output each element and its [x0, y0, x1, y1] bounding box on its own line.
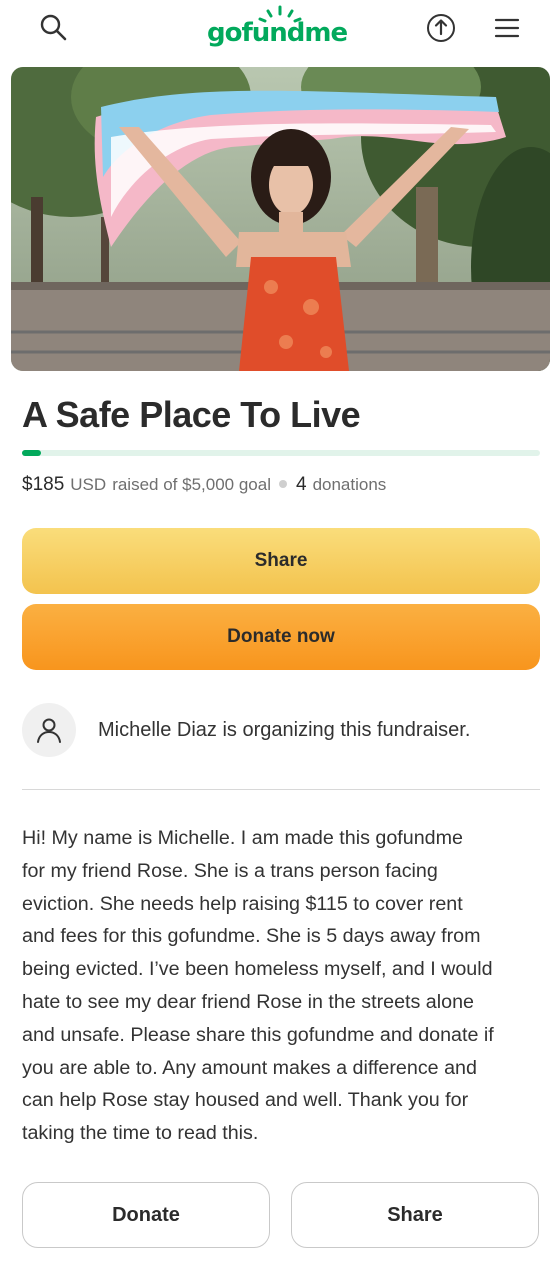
- story-line: for my friend Rose. She is a trans perso…: [22, 859, 438, 882]
- story-line: you are able to. Any amount makes a diff…: [22, 1056, 477, 1079]
- organizer-text: Michelle Diaz is organizing this fundrai…: [98, 718, 471, 741]
- campaign-title: A Safe Place To Live: [22, 394, 361, 435]
- logo-text: gofundme: [207, 18, 348, 48]
- campaign-hero-image[interactable]: [11, 67, 550, 371]
- gofundme-logo[interactable]: gofundme: [205, 4, 355, 56]
- progress-bar-fill: [22, 450, 42, 456]
- donate-button[interactable]: Donate: [22, 1182, 270, 1248]
- currency-code: USD: [70, 475, 107, 494]
- story-line: and unsafe. Please share this gofundme a…: [22, 1023, 494, 1046]
- story-line: hate to see my dear friend Rose in the s…: [22, 990, 474, 1013]
- story-line: and fees for this gofundme. She is 5 day…: [22, 925, 481, 948]
- search-icon[interactable]: [34, 8, 74, 48]
- story-line: taking the time to read this.: [22, 1122, 259, 1145]
- story-line: eviction. She needs help raising $115 to…: [22, 892, 463, 915]
- share-button[interactable]: Share: [22, 528, 540, 594]
- organizer-row: Michelle Diaz is organizing this fundrai…: [22, 703, 540, 757]
- story-line: can help Rose stay housed and well. Than…: [22, 1089, 469, 1112]
- donation-count: 4: [295, 474, 307, 495]
- fundraising-stats: $185 USD raised of $5,000 goal 4 donatio…: [22, 474, 386, 496]
- person-icon: [37, 718, 61, 743]
- campaign-story: Hi! My name is Michelle. I am made this …: [22, 822, 542, 1150]
- goal-text: raised of $5,000 goal: [112, 475, 271, 494]
- section-divider: [22, 789, 540, 790]
- donate-now-button[interactable]: Donate now: [22, 604, 540, 670]
- organizer-avatar: [22, 703, 76, 757]
- separator-dot: [278, 480, 287, 488]
- hamburger-menu-icon[interactable]: [487, 8, 527, 48]
- progress-bar: [22, 450, 540, 456]
- share-button-bottom[interactable]: Share: [291, 1182, 539, 1248]
- story-line: Hi! My name is Michelle. I am made this …: [22, 827, 463, 849]
- raised-amount: $185: [22, 474, 65, 495]
- story-line: being evicted. I’ve been homeless myself…: [22, 958, 493, 981]
- share-upload-icon[interactable]: [421, 8, 461, 48]
- donations-label: donations: [312, 475, 387, 494]
- top-nav-bar: gofundme: [0, 0, 560, 62]
